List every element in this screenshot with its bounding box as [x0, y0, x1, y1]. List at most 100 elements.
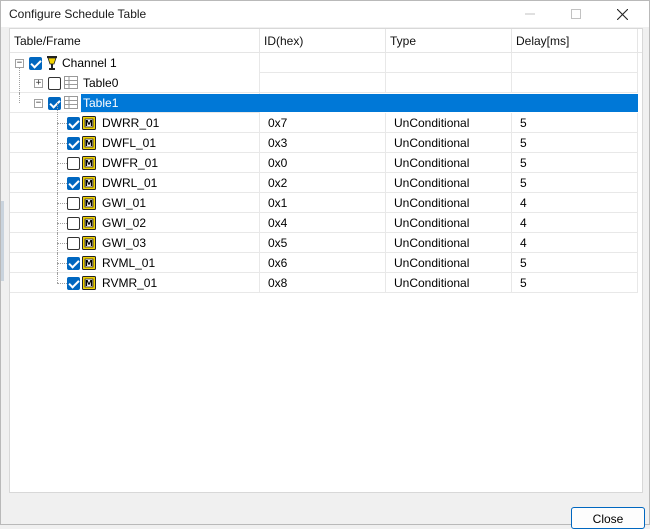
frame-name: RVMR_01: [102, 276, 158, 290]
tree-cell: M GWI_02: [10, 213, 260, 233]
channel-label: Channel 1: [62, 56, 117, 70]
maximize-icon: [571, 9, 581, 19]
frame-delay: 5: [512, 273, 638, 293]
svg-text:M: M: [85, 119, 93, 128]
frame-checkbox[interactable]: [67, 177, 80, 190]
frame-name: GWI_03: [102, 236, 147, 250]
frame-type: UnConditional: [386, 113, 512, 133]
frame-icon: M: [82, 176, 96, 193]
empty-cell: [260, 53, 386, 73]
frame-row[interactable]: M DWRL_01 0x2 UnConditional 5: [10, 173, 638, 193]
tree-row-table0[interactable]: + Table0: [10, 68, 638, 93]
collapse-toggle[interactable]: −: [34, 99, 43, 108]
svg-text:M: M: [85, 199, 93, 208]
empty-cell: [386, 53, 512, 73]
grid-header: Table/Frame ID(hex) Type Delay[ms]: [10, 29, 642, 53]
frame-checkbox[interactable]: [67, 217, 80, 230]
expand-toggle[interactable]: +: [34, 79, 43, 88]
frame-row[interactable]: M GWI_03 0x5 UnConditional 4: [10, 233, 638, 253]
frame-id: 0x8: [260, 273, 386, 293]
frame-name: GWI_01: [102, 196, 147, 210]
tree-connector: [57, 123, 67, 124]
collapse-toggle[interactable]: −: [15, 59, 24, 68]
close-button[interactable]: Close: [571, 507, 645, 529]
svg-text:M: M: [85, 139, 93, 148]
frame-name: DWRL_01: [102, 176, 158, 190]
frame-name: DWRR_01: [102, 116, 160, 130]
svg-text:M: M: [85, 219, 93, 228]
frame-row[interactable]: M RVML_01 0x6 UnConditional 5: [10, 253, 638, 273]
tree-cell: M DWRL_01: [10, 173, 260, 193]
frame-delay: 5: [512, 133, 638, 153]
frame-checkbox[interactable]: [67, 257, 80, 270]
frame-checkbox[interactable]: [67, 117, 80, 130]
frame-icon: M: [82, 196, 96, 213]
frame-delay: 5: [512, 153, 638, 173]
table-icon: [64, 76, 78, 92]
frame-type: UnConditional: [386, 173, 512, 193]
tree-row-channel[interactable]: − Channel 1: [10, 53, 638, 73]
frame-type: UnConditional: [386, 193, 512, 213]
svg-text:M: M: [85, 159, 93, 168]
tree-cell: M GWI_01: [10, 193, 260, 213]
tree-connector: [57, 273, 58, 283]
table1-checkbox[interactable]: [48, 97, 61, 110]
tree-cell: − Table1: [10, 93, 261, 113]
table0-checkbox[interactable]: [48, 77, 61, 90]
minimize-icon: [525, 13, 535, 15]
frame-icon: M: [82, 256, 96, 273]
frame-name: DWFL_01: [102, 136, 157, 150]
frame-icon: M: [82, 116, 96, 133]
frame-id: 0x7: [260, 113, 386, 133]
column-header-id[interactable]: ID(hex): [260, 29, 386, 53]
frame-row[interactable]: M DWFL_01 0x3 UnConditional 5: [10, 133, 638, 153]
frame-id: 0x0: [260, 153, 386, 173]
frame-icon: M: [82, 136, 96, 153]
tree-cell: M DWFR_01: [10, 153, 260, 173]
close-window-button[interactable]: [599, 1, 645, 27]
empty-cell: [260, 73, 386, 93]
tree-cell: M DWRR_01: [10, 103, 260, 133]
svg-text:M: M: [85, 259, 93, 268]
tree-row-table1[interactable]: − Table1: [10, 93, 638, 113]
frame-row[interactable]: M DWFR_01 0x0 UnConditional 5: [10, 153, 638, 173]
tree-connector: [57, 183, 67, 184]
frame-checkbox[interactable]: [67, 157, 80, 170]
frame-row[interactable]: M GWI_02 0x4 UnConditional 4: [10, 213, 638, 233]
maximize-button[interactable]: [553, 1, 599, 27]
frame-type: UnConditional: [386, 233, 512, 253]
column-header-table-frame[interactable]: Table/Frame: [10, 29, 260, 53]
frame-delay: 4: [512, 213, 638, 233]
frame-delay: 5: [512, 253, 638, 273]
column-header-type[interactable]: Type: [386, 29, 512, 53]
tree-cell: − Channel 1: [10, 53, 260, 73]
svg-text:M: M: [85, 239, 93, 248]
frame-delay: 5: [512, 113, 638, 133]
selected-cell: [512, 94, 638, 112]
minimize-button[interactable]: [507, 1, 553, 27]
channel-checkbox[interactable]: [29, 57, 42, 70]
frame-row[interactable]: M GWI_01 0x1 UnConditional 4: [10, 193, 638, 213]
frame-row[interactable]: M DWRR_01 0x7 UnConditional 5: [10, 103, 638, 133]
tree-cell: M DWFL_01: [10, 133, 260, 153]
frame-icon: M: [82, 216, 96, 233]
frame-icon: M: [82, 276, 96, 293]
frame-type: UnConditional: [386, 253, 512, 273]
channel-icon: [45, 55, 59, 74]
tree-connector: [57, 103, 58, 133]
schedule-table-grid[interactable]: Table/Frame ID(hex) Type Delay[ms] − Cha…: [9, 28, 643, 493]
tree-connector: [57, 143, 67, 144]
frame-type: UnConditional: [386, 213, 512, 233]
svg-text:M: M: [85, 279, 93, 288]
tree-connector: [57, 163, 67, 164]
frame-checkbox[interactable]: [67, 277, 80, 290]
tree-connector: [57, 243, 67, 244]
frame-id: 0x5: [260, 233, 386, 253]
frame-id: 0x1: [260, 193, 386, 213]
table1-label: Table1: [83, 96, 119, 110]
frame-checkbox[interactable]: [67, 197, 80, 210]
frame-row[interactable]: M RVMR_01 0x8 UnConditional 5: [10, 273, 638, 293]
frame-checkbox[interactable]: [67, 137, 80, 150]
column-header-delay[interactable]: Delay[ms]: [512, 29, 638, 53]
frame-checkbox[interactable]: [67, 237, 80, 250]
